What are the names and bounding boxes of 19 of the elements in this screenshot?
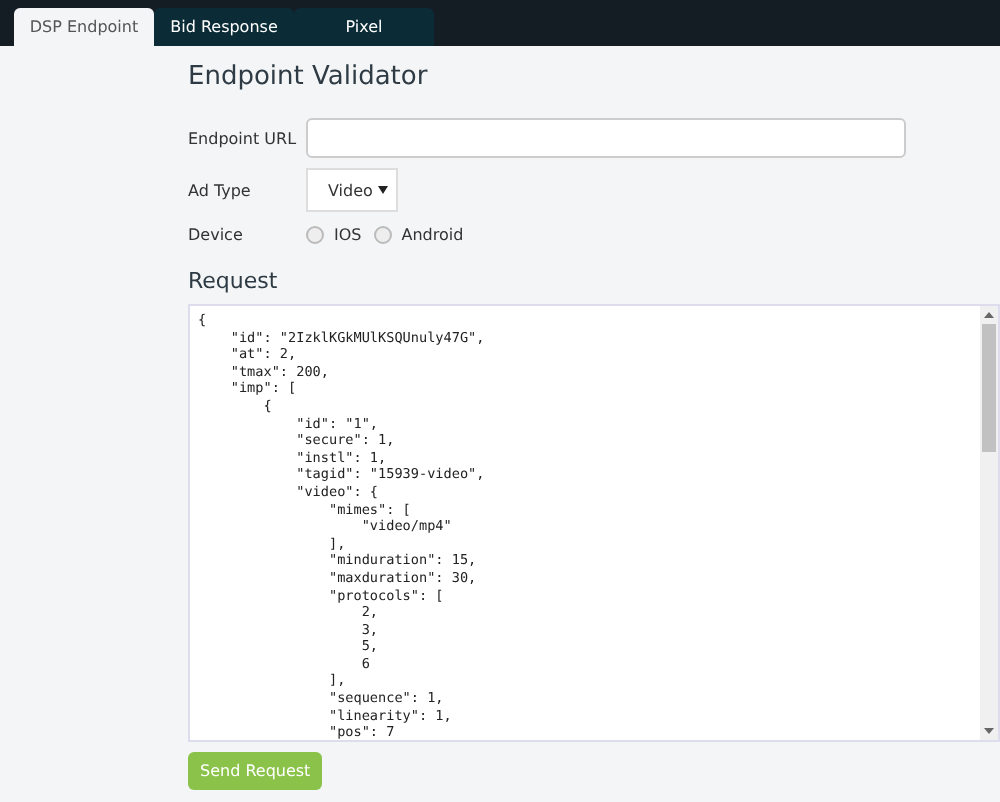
radio-button[interactable] — [306, 225, 324, 243]
ad-type-dropdown[interactable]: Video — [306, 168, 398, 212]
field-label: Device — [188, 225, 245, 243]
caret-icon — [378, 186, 388, 194]
radio-label[interactable]: Android — [401, 225, 464, 243]
scroll-down-icon[interactable] — [984, 728, 994, 734]
tab[interactable]: Bid Response — [154, 8, 294, 46]
scroll-up-icon[interactable] — [984, 312, 994, 318]
field-label: Endpoint URL — [188, 129, 299, 147]
radio-button[interactable] — [373, 225, 392, 243]
section-heading: Request — [188, 268, 280, 298]
tab[interactable]: Pixel — [294, 8, 434, 46]
field-label: Ad Type — [188, 181, 253, 199]
tab[interactable]: DSP Endpoint — [14, 8, 154, 46]
url-input-field[interactable] — [306, 118, 906, 158]
page-title: Endpoint Validator — [188, 62, 430, 96]
scrollbar-thumb[interactable] — [982, 324, 996, 452]
scrollbar[interactable] — [980, 306, 998, 740]
radio-label[interactable]: IOS — [334, 225, 362, 243]
